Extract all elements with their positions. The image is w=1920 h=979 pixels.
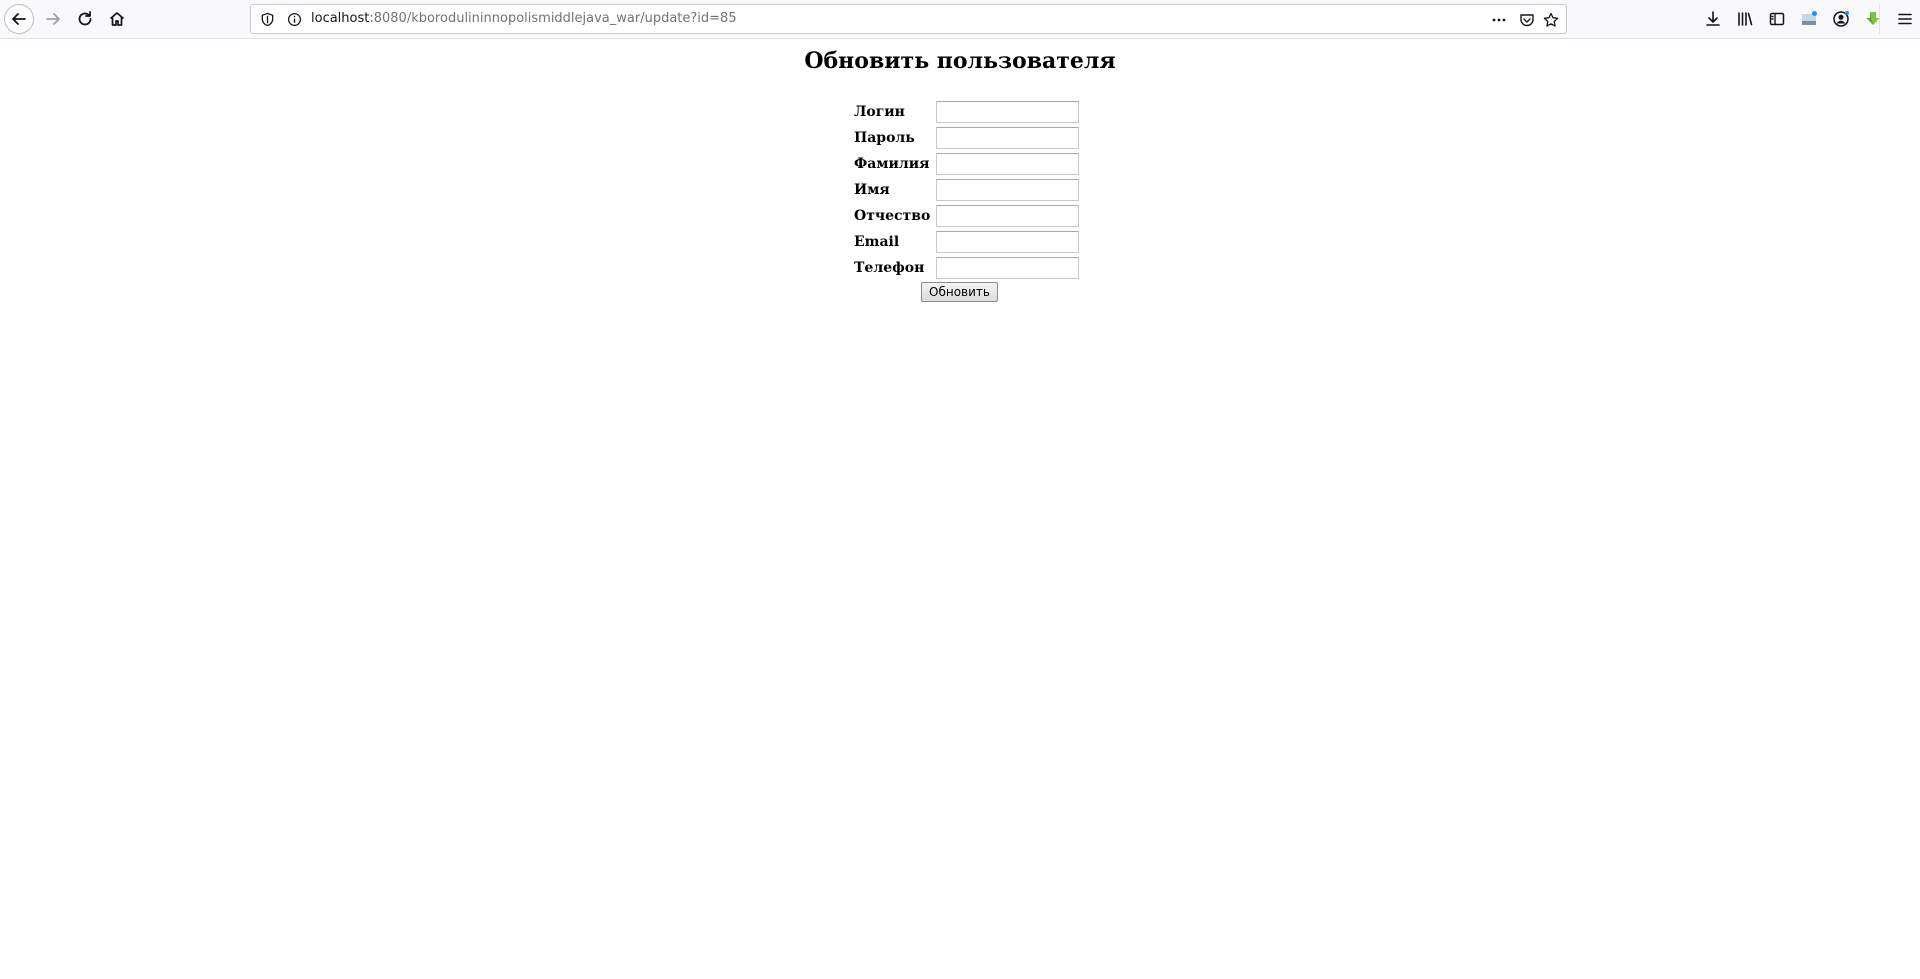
- hamburger-menu-icon[interactable]: [1895, 9, 1915, 29]
- password-label: Пароль: [854, 130, 915, 146]
- info-icon[interactable]: [286, 11, 302, 27]
- green-download-icon[interactable]: [1863, 9, 1883, 29]
- url-host: localhost: [311, 11, 370, 26]
- url-path: :8080/kborodulininnopolismiddlejava_war/…: [369, 11, 737, 26]
- login-label: Логин: [854, 104, 905, 120]
- url-bar[interactable]: localhost:8080/kborodulininnopolismiddle…: [250, 4, 1567, 34]
- last-name-input[interactable]: [936, 153, 1080, 175]
- password-input[interactable]: [936, 127, 1080, 149]
- first-name-label: Имя: [854, 182, 890, 198]
- phone-label: Телефон: [854, 260, 925, 276]
- library-icon[interactable]: [1735, 9, 1755, 29]
- email-input[interactable]: [936, 231, 1080, 253]
- form-row-email: Email: [852, 230, 1081, 254]
- toolbar-separator: [1879, 4, 1880, 34]
- form-row-last-name: Фамилия: [852, 152, 1081, 176]
- patronymic-input[interactable]: [936, 205, 1080, 227]
- update-button[interactable]: Обновить: [921, 282, 998, 302]
- shield-icon[interactable]: [259, 11, 275, 27]
- reload-button[interactable]: [70, 4, 100, 34]
- patronymic-input-cell: [934, 204, 1081, 228]
- home-icon: [109, 12, 125, 26]
- account-icon[interactable]: [1831, 9, 1851, 29]
- browser-toolbar: localhost:8080/kborodulininnopolismiddle…: [0, 0, 1920, 39]
- form-row-login: Логин: [852, 100, 1081, 124]
- phone-input-cell: [934, 256, 1081, 280]
- star-icon[interactable]: [1542, 11, 1560, 29]
- patronymic-label: Отчество: [854, 208, 931, 224]
- pocket-icon[interactable]: [1518, 11, 1536, 29]
- back-button[interactable]: [4, 4, 34, 34]
- forward-arrow-icon: [46, 13, 60, 25]
- first-name-input[interactable]: [936, 179, 1080, 201]
- password-input-cell: [934, 126, 1081, 150]
- email-input-cell: [934, 230, 1081, 254]
- last-name-label: Фамилия: [854, 156, 930, 172]
- last-name-input-cell: [934, 152, 1081, 176]
- form-row-first-name: Имя: [852, 178, 1081, 202]
- reload-icon: [78, 11, 92, 26]
- sidebar-icon[interactable]: [1767, 9, 1787, 29]
- more-dots-icon[interactable]: [1490, 11, 1508, 29]
- form-row-password: Пароль: [852, 126, 1081, 150]
- email-label: Email: [854, 234, 900, 250]
- home-button[interactable]: [102, 4, 132, 34]
- extension-icon[interactable]: [1799, 9, 1819, 29]
- page-title: Обновить пользователя: [804, 48, 1116, 74]
- url-text[interactable]: localhost:8080/kborodulininnopolismiddle…: [311, 11, 737, 27]
- first-name-input-cell: [934, 178, 1081, 202]
- form-row-phone: Телефон: [852, 256, 1081, 280]
- phone-input[interactable]: [936, 257, 1080, 279]
- download-icon[interactable]: [1703, 9, 1723, 29]
- forward-button[interactable]: [38, 4, 68, 34]
- login-input-cell: [934, 100, 1081, 124]
- back-arrow-icon: [12, 13, 26, 25]
- update-user-form: Логин Пароль Фамилия Имя Отчество Email …: [852, 98, 1081, 282]
- form-row-patronymic: Отчество: [852, 204, 1081, 228]
- login-input[interactable]: [936, 101, 1080, 123]
